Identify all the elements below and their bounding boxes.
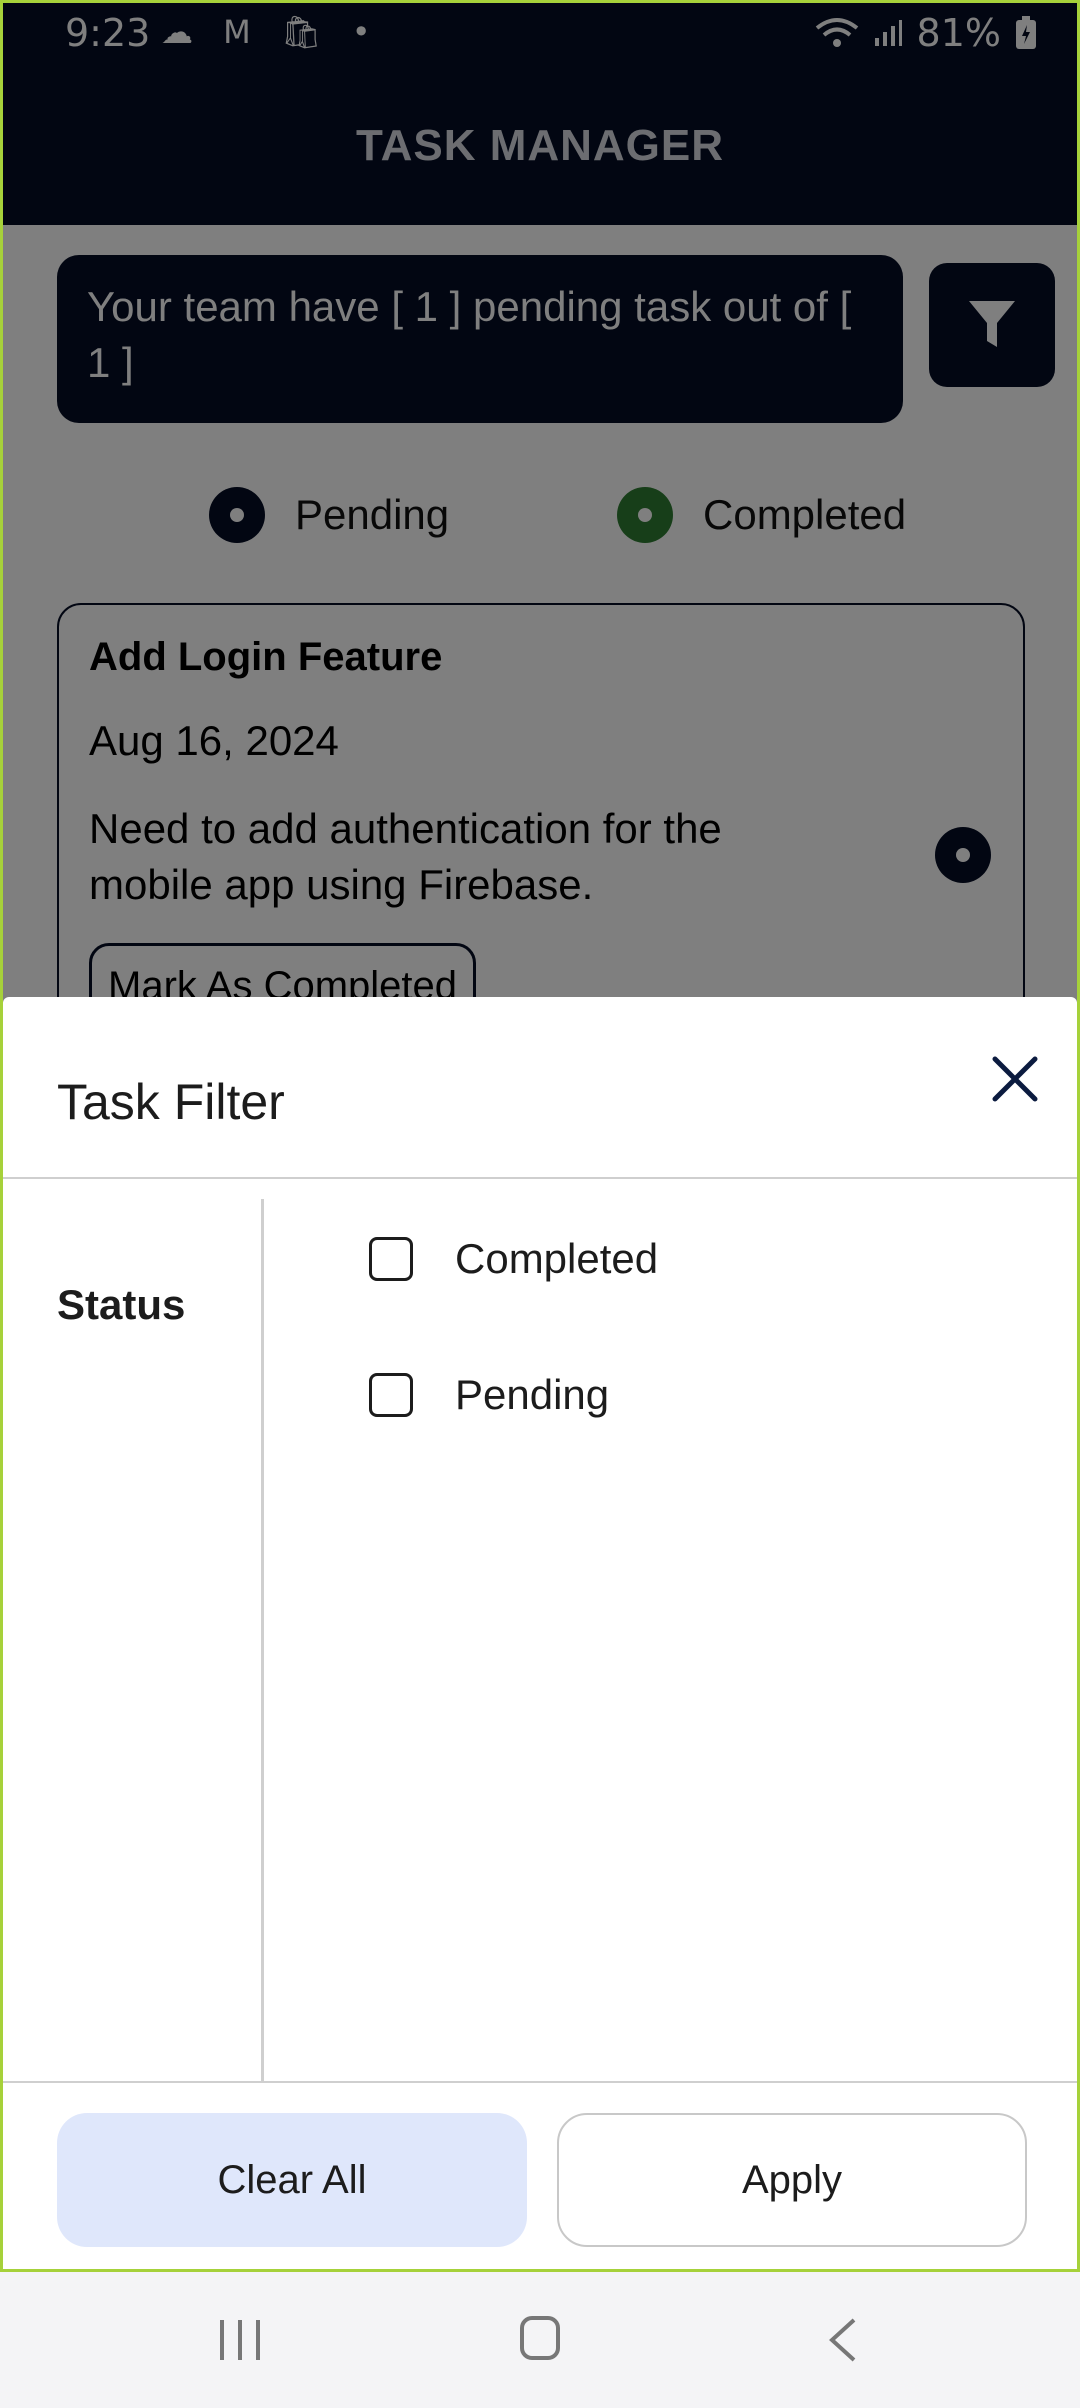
app-window: 9:23 ☁ M 🛍 • 81% TASK MANAGER Your team … — [0, 0, 1080, 2272]
sheet-title: Task Filter — [57, 1074, 285, 1130]
clear-all-button[interactable]: Clear All — [57, 2113, 527, 2247]
modal-scrim[interactable] — [3, 3, 1077, 1003]
sheet-header: Task Filter — [3, 997, 1077, 1179]
option-pending[interactable]: Pending — [369, 1371, 609, 1419]
filter-category-list: Status — [3, 1199, 264, 2081]
close-icon — [992, 1056, 1038, 1102]
task-filter-sheet: Task Filter Status Completed Pending Cle… — [3, 997, 1077, 2269]
back-icon[interactable] — [826, 2316, 860, 2364]
filter-category-status[interactable]: Status — [57, 1281, 185, 1329]
home-icon[interactable] — [520, 2316, 560, 2360]
pending-checkbox[interactable] — [369, 1373, 413, 1417]
option-completed[interactable]: Completed — [369, 1235, 658, 1283]
completed-checkbox[interactable] — [369, 1237, 413, 1281]
close-button[interactable] — [983, 1047, 1047, 1111]
app-root: 9:23 ☁ M 🛍 • 81% TASK MANAGER Your team … — [3, 3, 1077, 2269]
sheet-footer: Clear All Apply — [3, 2081, 1077, 2269]
option-completed-label: Completed — [455, 1235, 659, 1282]
apply-button[interactable]: Apply — [557, 2113, 1027, 2247]
sheet-body: Status Completed Pending — [3, 1179, 1077, 2081]
recent-apps-icon[interactable] — [218, 2316, 262, 2364]
option-pending-label: Pending — [455, 1371, 610, 1418]
system-nav-bar — [0, 2272, 1080, 2408]
